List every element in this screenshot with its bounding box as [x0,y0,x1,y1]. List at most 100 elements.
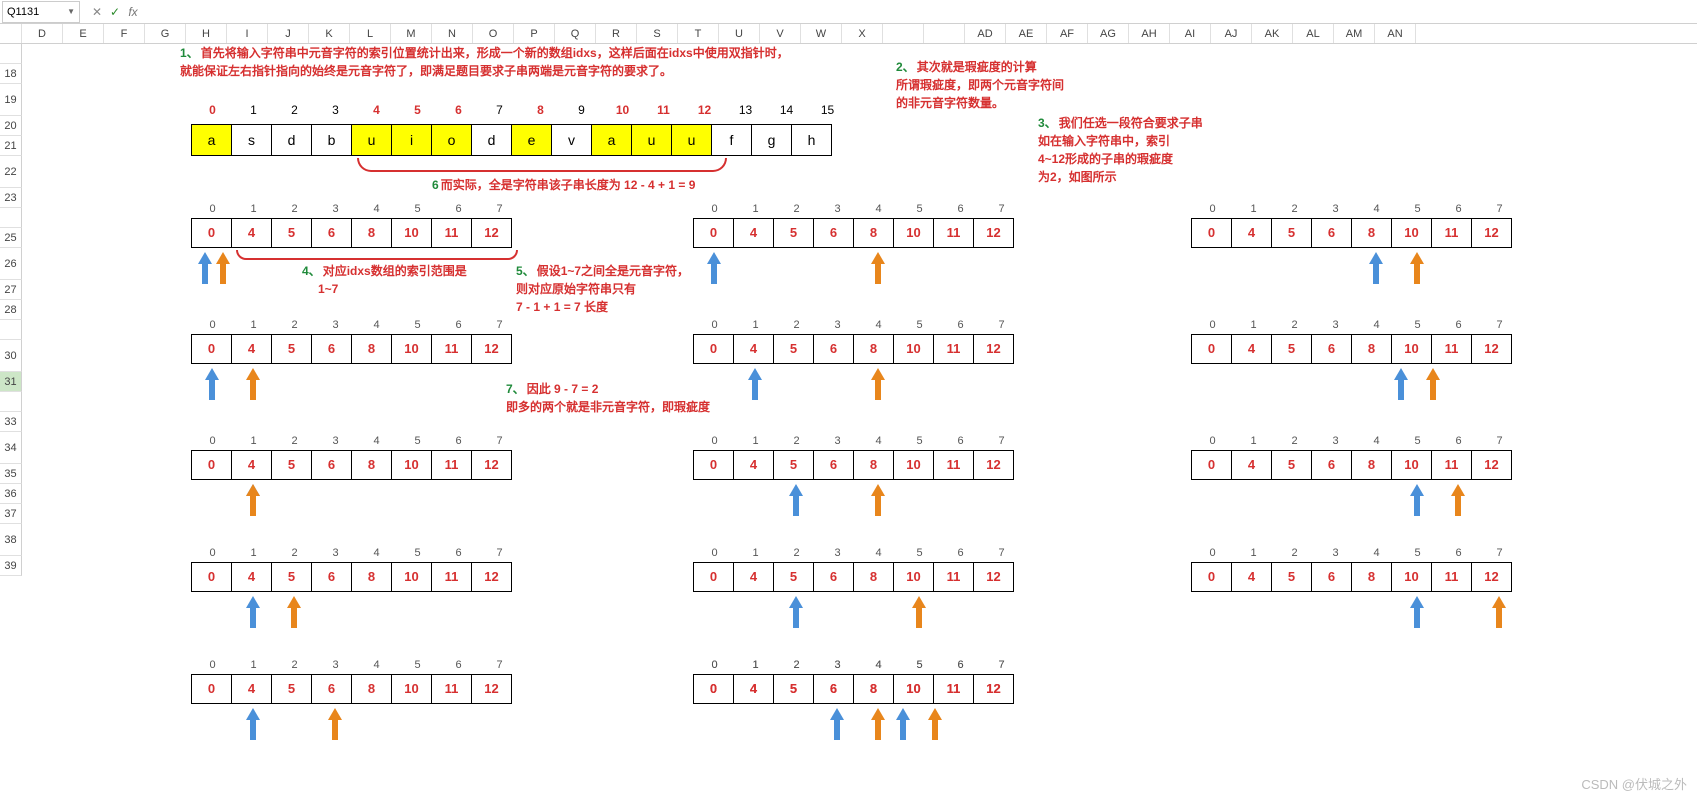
string-index: 3 [315,100,356,120]
column-header[interactable]: AG [1088,24,1129,43]
idxs-cell: 11 [1431,334,1472,364]
row-header[interactable]: 38 [0,524,22,556]
idxs-step-1-left: 0123456704568101112 [192,200,520,248]
idxs-cell: 10 [391,450,432,480]
string-index: 10 [602,100,643,120]
column-header[interactable]: X [842,24,883,43]
idxs-cell: 4 [1231,450,1272,480]
row-header[interactable]: 27 [0,280,22,300]
string-char-row: asdbuiodevauufgh [192,124,832,156]
column-header[interactable]: AH [1129,24,1170,43]
row-header[interactable]: 39 [0,556,22,576]
arrow-blue [830,708,844,740]
column-header[interactable]: AL [1293,24,1334,43]
column-header[interactable]: H [186,24,227,43]
idxs-cell: 4 [231,562,272,592]
arrow-blue [205,368,219,400]
row-header[interactable]: 18 [0,64,22,84]
column-header[interactable]: D [22,24,63,43]
chevron-down-icon[interactable]: ▼ [67,7,75,16]
idxs-cell: 8 [351,334,392,364]
row-header[interactable]: 21 [0,136,22,156]
column-header[interactable]: AD [965,24,1006,43]
idxs-cell: 8 [1351,334,1392,364]
idxs-cell: 8 [853,562,894,592]
column-header[interactable]: S [637,24,678,43]
string-char-cell: u [631,124,672,156]
idxs-cell: 12 [471,674,512,704]
column-header[interactable]: T [678,24,719,43]
row-header[interactable]: 37 [0,504,22,524]
row-header[interactable] [0,44,22,64]
row-header[interactable]: 20 [0,116,22,136]
column-header[interactable]: J [268,24,309,43]
row-header[interactable] [0,320,22,340]
row-header[interactable]: 35 [0,464,22,484]
note-6: 6而实际，全是字符串该子串长度为 12 - 4 + 1 = 9 [432,176,695,194]
idxs-cell: 8 [351,674,392,704]
arrow-orange [1410,252,1424,284]
column-header[interactable] [883,24,924,43]
string-char-cell: d [471,124,512,156]
column-header[interactable]: K [309,24,350,43]
fx-icon[interactable]: fx [124,5,142,19]
name-box[interactable]: Q1131 ▼ [2,1,80,23]
column-header[interactable]: I [227,24,268,43]
column-header[interactable]: N [432,24,473,43]
idxs-cell: 12 [1471,218,1512,248]
row-header[interactable]: 26 [0,248,22,280]
row-header[interactable]: 23 [0,188,22,208]
row-header[interactable]: 28 [0,300,22,320]
idxs-cell: 6 [311,450,352,480]
column-header[interactable] [924,24,965,43]
arrow-blue [1410,484,1424,516]
column-header[interactable]: F [104,24,145,43]
row-header[interactable] [0,208,22,228]
column-header[interactable]: Q [555,24,596,43]
column-header[interactable]: G [145,24,186,43]
row-header[interactable]: 33 [0,412,22,432]
column-header[interactable]: L [350,24,391,43]
column-header[interactable]: E [63,24,104,43]
arrow-orange [1426,368,1440,400]
idxs-cell: 4 [1231,562,1272,592]
idxs-cell: 10 [391,562,432,592]
column-header[interactable]: AF [1047,24,1088,43]
column-header[interactable]: W [801,24,842,43]
string-char-cell: d [271,124,312,156]
formula-bar: Q1131 ▼ ✕ ✓ fx [0,0,1697,24]
idxs-cell: 10 [1391,562,1432,592]
column-header[interactable]: M [391,24,432,43]
column-header[interactable]: R [596,24,637,43]
row-header[interactable]: 25 [0,228,22,248]
row-header[interactable]: 19 [0,84,22,116]
row-header[interactable]: 34 [0,432,22,464]
column-header[interactable]: AE [1006,24,1047,43]
column-header[interactable]: AN [1375,24,1416,43]
column-header[interactable]: AK [1252,24,1293,43]
idxs-cell: 4 [1231,334,1272,364]
column-header[interactable]: P [514,24,555,43]
row-header[interactable]: 36 [0,484,22,504]
row-header[interactable]: 30 [0,340,22,372]
idxs-cell: 6 [311,674,352,704]
column-header[interactable]: AJ [1211,24,1252,43]
string-char-cell: f [711,124,752,156]
column-header[interactable]: AI [1170,24,1211,43]
column-header[interactable]: V [760,24,801,43]
arrow-orange [871,252,885,284]
check-icon[interactable]: ✓ [106,5,124,19]
column-header[interactable]: AM [1334,24,1375,43]
string-index: 15 [807,100,848,120]
row-header[interactable]: 31 [0,372,22,392]
idxs-cell: 11 [431,562,472,592]
column-header[interactable]: U [719,24,760,43]
row-header[interactable]: 22 [0,156,22,188]
cancel-icon[interactable]: ✕ [88,5,106,19]
column-header[interactable]: O [473,24,514,43]
idxs-cell: 11 [1431,218,1472,248]
idxs-cell: 0 [1191,334,1232,364]
row-header[interactable] [0,392,22,412]
idxs-table: 0123456704568101112 [192,316,520,364]
arrow-blue [707,252,721,284]
